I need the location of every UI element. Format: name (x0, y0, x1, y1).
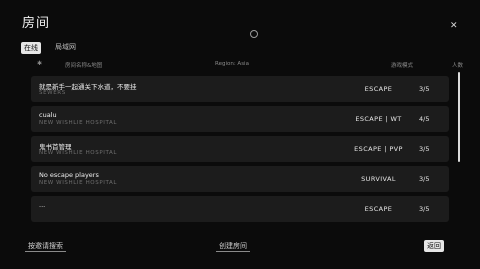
create-room-button[interactable]: 创建房间 (216, 240, 250, 252)
room-count: 3/5 (419, 175, 430, 183)
room-mode: SURVIVAL (361, 175, 396, 183)
room-row[interactable]: 就是新手一起通关下水道，不要挂 SEWERS ESCAPE 3/5 (31, 76, 449, 102)
room-name: No escape players (39, 171, 99, 179)
room-name: cualu (39, 111, 57, 119)
search-by-invite-button[interactable]: 按邀请搜索 (25, 240, 66, 252)
header-count: 人数 (452, 63, 464, 69)
room-count: 3/5 (419, 85, 430, 93)
room-list: 就是新手一起通关下水道，不要挂 SEWERS ESCAPE 3/5 cualu … (31, 76, 449, 226)
refresh-icon[interactable] (250, 30, 258, 38)
tab-online[interactable]: 在线 (21, 42, 41, 54)
room-count: 4/5 (419, 115, 430, 123)
room-row[interactable]: No escape players NEW WISHLIE HOSPITAL S… (31, 166, 449, 192)
close-icon[interactable]: ✕ (450, 22, 458, 31)
room-mode: ESCAPE (364, 85, 393, 93)
table-header: ✱ 房间名称&地图 Region: Asia 游戏模式 人数 (25, 58, 463, 70)
favorite-star-icon: ✱ (37, 60, 43, 67)
back-button[interactable]: 返回 (424, 240, 444, 252)
room-map: NEW WISHLIE HOSPITAL (39, 120, 118, 126)
header-region[interactable]: Region: Asia (215, 61, 249, 67)
room-count: 3/5 (419, 145, 430, 153)
room-map: SEWERS (39, 90, 66, 96)
room-row[interactable]: cualu NEW WISHLIE HOSPITAL ESCAPE | WT 4… (31, 106, 449, 132)
room-map: NEW WISHLIE HOSPITAL (39, 180, 118, 186)
room-mode: ESCAPE (364, 205, 393, 213)
scrollbar[interactable] (458, 72, 460, 162)
header-mode: 游戏模式 (391, 63, 414, 69)
room-map: NEW WISHLIE HOSPITAL (39, 150, 118, 156)
room-row[interactable]: ... ESCAPE 3/5 (31, 196, 449, 222)
room-mode: ESCAPE | WT (355, 115, 402, 123)
room-name: ... (39, 201, 46, 209)
room-mode: ESCAPE | PVP (354, 145, 403, 153)
page-title: 房间 (22, 16, 51, 31)
room-row[interactable]: 鬼书首管理 NEW WISHLIE HOSPITAL ESCAPE | PVP … (31, 136, 449, 162)
room-count: 3/5 (419, 205, 430, 213)
tab-lan[interactable]: 局域网 (55, 42, 76, 52)
header-room-name: 房间名称&地图 (65, 63, 103, 69)
